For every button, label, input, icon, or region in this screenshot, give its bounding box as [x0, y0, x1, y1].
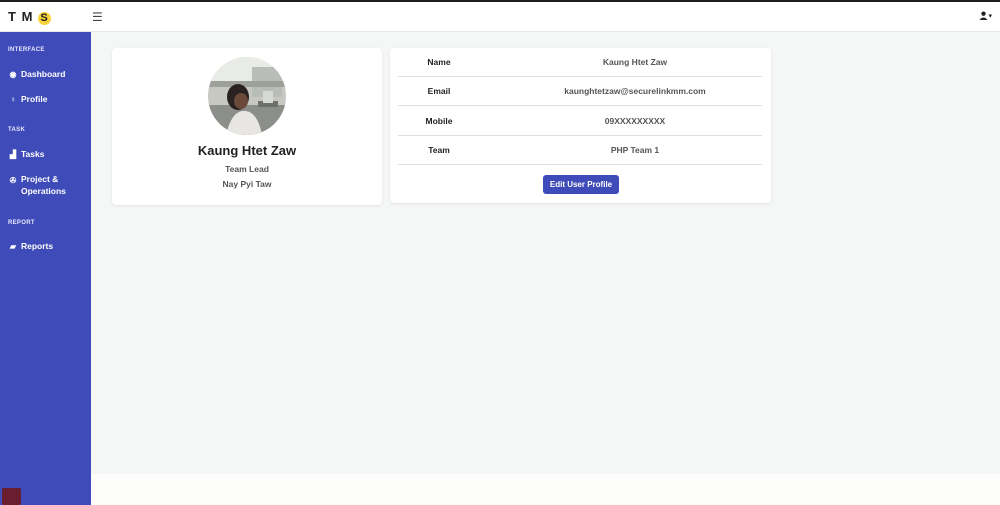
profile-card: Kaung Htet Zaw Team Lead Nay Pyi Taw: [112, 48, 382, 205]
app-logo[interactable]: T M S: [8, 9, 52, 25]
chart-icon: ▟: [9, 149, 17, 159]
profile-name: Kaung Htet Zaw: [197, 143, 297, 158]
sidebar-item-label: Profile: [21, 94, 48, 104]
avatar-photo: [208, 57, 286, 135]
sidebar-item-dashboard[interactable]: ◉ Dashboard: [8, 69, 66, 79]
logo-letter-s: S: [38, 12, 52, 25]
profile-role: Team Lead: [225, 164, 269, 174]
detail-row-mobile: Mobile 09XXXXXXXXX: [398, 107, 762, 136]
details-card: Name Kaung Htet Zaw Email kaunghtetzaw@s…: [390, 48, 771, 203]
project-icon: ✇: [9, 176, 17, 185]
sidebar-heading-report: REPORT: [8, 220, 35, 226]
sidebar-heading-interface: INTERFACE: [8, 47, 45, 53]
sidebar-heading-task: TASK: [8, 127, 26, 133]
detail-row-team: Team PHP Team 1: [398, 136, 762, 165]
sidebar-item-label: Reports: [21, 241, 54, 251]
label-line-2: Operations: [21, 186, 66, 196]
detail-row-email: Email kaunghtetzaw@securelinkmm.com: [398, 77, 762, 106]
chevron-down-icon: ▾: [988, 13, 992, 20]
detail-label: Email: [427, 86, 451, 96]
sidebar: INTERFACE ◉ Dashboard ♀ Profile TASK ▟ T…: [0, 32, 91, 505]
detail-label: Name: [427, 57, 451, 67]
user-dropdown-icon[interactable]: ▾: [979, 11, 992, 23]
sidebar-item-profile[interactable]: ♀ Profile: [8, 94, 47, 104]
top-navbar: T M S ☰ ▾: [0, 0, 1000, 32]
app-badge-icon[interactable]: [2, 488, 21, 505]
sidebar-item-label: Dashboard: [21, 69, 66, 79]
detail-row-name: Name Kaung Htet Zaw: [398, 48, 762, 77]
detail-value: 09XXXXXXXXX: [604, 116, 666, 126]
folder-icon: ▰: [9, 241, 17, 251]
label-line-1: Project &: [21, 174, 59, 184]
detail-value: PHP Team 1: [610, 145, 660, 155]
avatar: [208, 57, 286, 135]
sidebar-item-project-operations[interactable]: ✇ Project & Operations: [8, 173, 66, 197]
dashboard-icon: ◉: [9, 69, 17, 79]
user-icon: ♀: [10, 94, 16, 104]
hamburger-icon[interactable]: ☰: [92, 10, 103, 24]
logo-letter-t: T: [8, 9, 17, 24]
sidebar-item-reports[interactable]: ▰ Reports: [8, 241, 53, 251]
detail-value: kaunghtetzaw@securelinkmm.com: [564, 86, 706, 96]
sidebar-item-tasks[interactable]: ▟ Tasks: [8, 149, 45, 159]
footer: [91, 474, 1000, 505]
logo-letter-m: M: [21, 9, 34, 24]
profile-location: Nay Pyi Taw: [222, 179, 272, 189]
detail-label: Mobile: [425, 116, 453, 126]
sidebar-item-label: Tasks: [21, 149, 45, 159]
detail-label: Team: [428, 145, 450, 155]
edit-user-profile-button[interactable]: Edit User Profile: [543, 175, 619, 194]
sidebar-item-label: Project & Operations: [21, 173, 66, 197]
detail-value: Kaung Htet Zaw: [602, 57, 668, 67]
